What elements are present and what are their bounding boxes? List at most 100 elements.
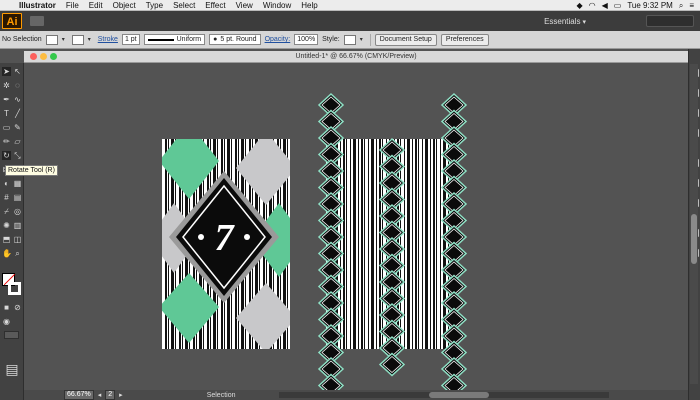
line-tool-icon[interactable]: ╱ <box>13 109 22 118</box>
vertical-scrollbar[interactable] <box>690 64 698 384</box>
zoom-tool-icon[interactable]: ⌕ <box>13 249 22 258</box>
profile-label: Uniform <box>176 36 202 43</box>
gradient-tool-icon[interactable]: ▤ <box>13 193 22 202</box>
scale-tool-icon[interactable]: ⤡ <box>13 151 22 160</box>
screen-mode-icon[interactable] <box>4 331 19 339</box>
menubar-status-area: ◆ ◠ ◀ ▭ Tue 9:32 PM ⌕ ≡ <box>576 0 700 11</box>
brush-definition[interactable]: ● 5 pt. Round <box>209 34 261 45</box>
minimize-window-icon[interactable] <box>40 53 47 60</box>
chevron-down-icon[interactable]: ▾ <box>88 36 94 43</box>
brush-dot-icon: ● <box>213 36 218 43</box>
variable-width-profile[interactable]: Uniform <box>143 34 206 45</box>
slice-tool-icon[interactable]: ◫ <box>13 235 22 244</box>
artboard-tool-icon[interactable]: ⬒ <box>2 235 11 244</box>
chain-diamond <box>317 373 345 398</box>
zoom-window-icon[interactable] <box>50 53 57 60</box>
opacity-link[interactable]: Opacity: <box>265 36 291 43</box>
close-window-icon[interactable] <box>30 53 37 60</box>
fill-stroke-indicator[interactable] <box>2 273 22 297</box>
menu-help[interactable]: Help <box>296 0 322 11</box>
dropbox-icon[interactable]: ◆ <box>576 0 582 11</box>
eyedropper-icon[interactable]: ⌿ <box>2 207 11 216</box>
perspective-grid-icon[interactable]: ▦ <box>13 179 22 188</box>
stroke-panel-link[interactable]: Stroke <box>98 36 118 43</box>
wifi-icon[interactable]: ◠ <box>589 0 596 11</box>
document-title: Untitled-1* @ 66.67% (CMYK/Preview) <box>295 53 417 60</box>
volume-icon[interactable]: ◀ <box>602 0 608 11</box>
paintbrush-tool-icon[interactable]: ✎ <box>13 123 22 132</box>
canvas[interactable]: 7 <box>24 63 688 398</box>
document-tab[interactable]: Untitled-1* @ 66.67% (CMYK/Preview) <box>24 51 688 63</box>
rectangle-tool-icon[interactable]: ▭ <box>2 123 11 132</box>
illustrator-logo: Ai <box>2 13 22 29</box>
stroke-color-icon[interactable] <box>8 282 21 295</box>
cursor-card-icon: ▤ <box>5 361 19 377</box>
opacity-field[interactable]: 100% <box>294 34 319 45</box>
vertical-scroll-thumb[interactable] <box>691 214 697 264</box>
menu-bar: Illustrator File Edit Object Type Select… <box>0 0 700 11</box>
chain-diamond <box>440 373 468 398</box>
tools-panel: ➤ ↖ ✲ ◌ ✒ ∿ T ╱ ▭ ✎ ✏ ▱ ↻ ⤡ ⋈ ⬚ ◐ ▦ # ▤ … <box>0 63 24 400</box>
tooltip: Rotate Tool (R) <box>5 165 58 176</box>
stroke-weight-field[interactable]: 1 pt <box>121 34 140 45</box>
rotate-tool-icon[interactable]: ↻ <box>2 151 11 160</box>
chevron-down-icon[interactable]: ▾ <box>360 36 366 43</box>
menu-select[interactable]: Select <box>168 0 200 11</box>
menu-file[interactable]: File <box>61 0 84 11</box>
symbol-sprayer-icon[interactable]: ✺ <box>2 221 11 230</box>
selection-tool-icon[interactable]: ➤ <box>2 67 11 76</box>
menu-type[interactable]: Type <box>141 0 168 11</box>
stroke-profile-line <box>147 38 174 41</box>
type-tool-icon[interactable]: T <box>2 109 11 118</box>
magic-wand-icon[interactable]: ✲ <box>2 81 11 90</box>
artboard-number[interactable]: 2 <box>105 390 116 400</box>
spotlight-icon[interactable]: ⌕ <box>679 0 683 11</box>
brush-label: 5 pt. Round <box>220 36 257 43</box>
clock[interactable]: Tue 9:32 PM <box>627 0 673 11</box>
menu-window[interactable]: Window <box>258 0 296 11</box>
shape-builder-icon[interactable]: ◐ <box>2 179 11 188</box>
zoom-level[interactable]: 66.67% <box>64 390 94 400</box>
blend-tool-icon[interactable]: ◎ <box>13 207 22 216</box>
mesh-tool-icon[interactable]: # <box>2 193 11 202</box>
graphic-style-swatch[interactable] <box>343 34 356 45</box>
status-bar: 66.67% ◂ 2 ▸ Selection <box>24 390 688 400</box>
horizontal-scrollbar[interactable] <box>279 392 610 398</box>
battery-icon[interactable]: ▭ <box>614 0 622 11</box>
curvature-tool-icon[interactable]: ∿ <box>13 95 22 104</box>
prev-artboard-icon[interactable]: ◂ <box>98 391 102 399</box>
notification-center-icon[interactable]: ≡ <box>689 0 694 11</box>
lasso-icon[interactable]: ◌ <box>13 81 22 90</box>
graph-tool-icon[interactable]: ▥ <box>13 221 22 230</box>
divider <box>369 33 371 46</box>
go-to-bridge-icon[interactable] <box>30 16 44 26</box>
horizontal-scroll-thumb[interactable] <box>429 392 490 398</box>
stroke-swatch[interactable] <box>71 34 84 45</box>
card-number: 7 <box>215 217 236 259</box>
preferences-button[interactable]: Preferences <box>440 33 489 46</box>
menu-object[interactable]: Object <box>108 0 141 11</box>
menu-effect[interactable]: Effect <box>200 0 230 11</box>
chevron-down-icon[interactable]: ▾ <box>62 36 68 43</box>
menu-edit[interactable]: Edit <box>84 0 108 11</box>
direct-selection-tool-icon[interactable]: ↖ <box>13 67 22 76</box>
workspace-switcher[interactable]: Essentials <box>544 17 586 26</box>
menu-app-name[interactable]: Illustrator <box>14 0 61 11</box>
draw-mode-icon[interactable]: ◉ <box>2 317 11 326</box>
artwork: 7 <box>162 92 468 398</box>
pencil-tool-icon[interactable]: ✏ <box>2 137 11 146</box>
document-setup-button[interactable]: Document Setup <box>374 33 437 46</box>
current-tool-status: Selection <box>206 391 236 399</box>
pen-tool-icon[interactable]: ✒ <box>2 95 11 104</box>
style-label: Style: <box>322 36 340 43</box>
fill-swatch[interactable] <box>45 34 58 45</box>
help-search-input[interactable] <box>646 15 694 27</box>
application-bar: Ai Essentials <box>0 11 700 31</box>
control-bar: No Selection ▾ ▾ Stroke 1 pt Uniform ● 5… <box>0 31 700 49</box>
menu-view[interactable]: View <box>231 0 258 11</box>
hand-tool-icon[interactable]: ✋ <box>2 249 12 258</box>
eraser-tool-icon[interactable]: ▱ <box>13 137 22 146</box>
none-mode-icon[interactable]: ⊘ <box>13 303 22 312</box>
next-artboard-icon[interactable]: ▸ <box>119 391 123 399</box>
color-mode-icon[interactable]: ■ <box>2 303 11 312</box>
